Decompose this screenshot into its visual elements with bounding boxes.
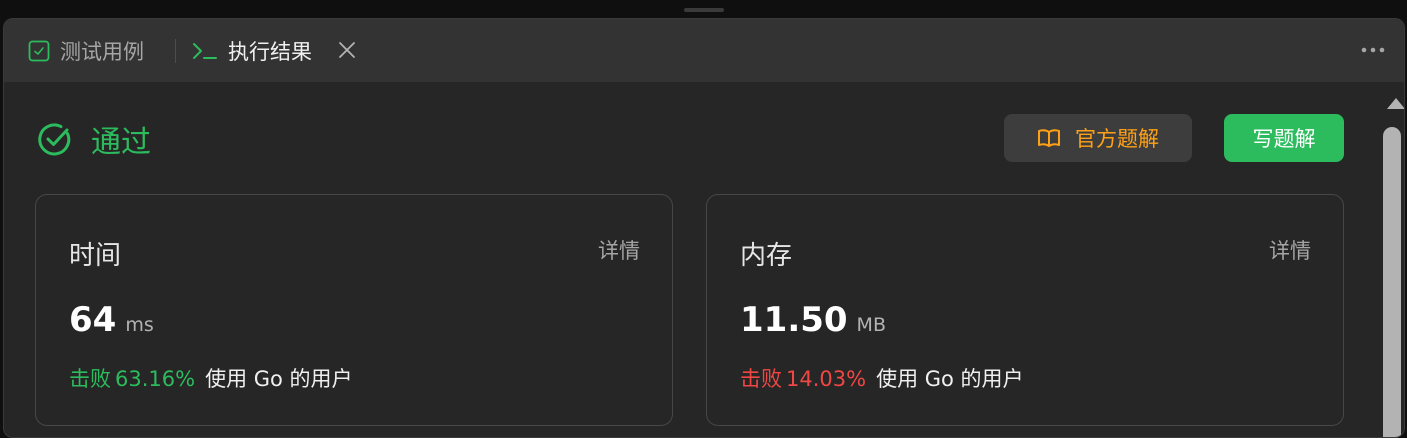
status-accepted: 通过 [37, 119, 151, 160]
tab-testcase-label: 测试用例 [60, 40, 144, 64]
runtime-card: 时间 详情 64 ms 击败 63.16% 使用 Go 的用户 [35, 194, 673, 426]
memory-card: 内存 详情 11.50 MB 击败 14.03% 使用 Go 的用户 [706, 194, 1344, 426]
write-solution-label: 写题解 [1252, 127, 1316, 151]
memory-number: 11.50 [740, 300, 848, 340]
runtime-title: 时间 [69, 241, 122, 271]
memory-title: 内存 [740, 241, 793, 271]
resize-handle[interactable] [684, 8, 724, 12]
runtime-beat-prefix: 击败 [69, 367, 111, 391]
scroll-up-arrow-icon[interactable] [1387, 98, 1404, 109]
memory-beat-prefix: 击败 [740, 367, 782, 391]
terminal-icon [193, 43, 217, 59]
scrollbar-thumb[interactable] [1383, 127, 1401, 437]
write-solution-button[interactable]: 写题解 [1224, 114, 1344, 162]
checkbox-icon [28, 40, 50, 62]
result-panel: 测试用例 执行结果 通过 官方题解 写题解 时间 详情 64 ms 击败 63.… [3, 18, 1405, 438]
tab-result-label: 执行结果 [228, 40, 312, 64]
official-solution-label: 官方题解 [1075, 127, 1159, 151]
memory-beat-percent: 14.03% [786, 367, 867, 391]
runtime-detail-link[interactable]: 详情 [598, 235, 640, 265]
memory-detail-link[interactable]: 详情 [1269, 235, 1311, 265]
more-options-icon[interactable] [1360, 45, 1386, 55]
tab-bar: 测试用例 执行结果 [4, 19, 1404, 82]
memory-beat-suffix: 使用 Go 的用户 [876, 367, 1024, 391]
official-solution-button[interactable]: 官方题解 [1004, 114, 1192, 162]
runtime-beat: 击败 63.16% 使用 Go 的用户 [69, 363, 353, 393]
tab-divider [175, 39, 176, 63]
memory-value: 11.50 MB [740, 300, 886, 340]
runtime-value: 64 ms [69, 300, 154, 340]
runtime-beat-percent: 63.16% [115, 367, 196, 391]
tab-testcase[interactable]: 测试用例 [28, 35, 144, 67]
runtime-beat-suffix: 使用 Go 的用户 [205, 367, 353, 391]
close-icon[interactable] [337, 40, 357, 60]
check-circle-icon [38, 123, 71, 156]
runtime-unit: ms [125, 314, 154, 336]
runtime-number: 64 [69, 300, 117, 340]
book-icon [1038, 129, 1060, 147]
memory-unit: MB [856, 314, 886, 336]
tab-result[interactable]: 执行结果 [192, 35, 312, 67]
status-label: 通过 [91, 125, 151, 160]
memory-beat: 击败 14.03% 使用 Go 的用户 [740, 363, 1024, 393]
